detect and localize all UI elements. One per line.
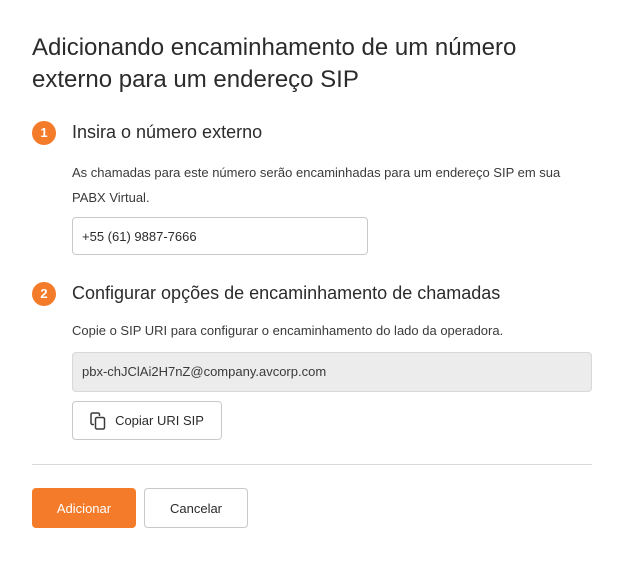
copy-sip-uri-label: Copiar URI SIP	[115, 413, 204, 428]
sip-uri-field: pbx-chJClAi2H7nZ@company.avcorp.com	[72, 352, 592, 392]
forwarding-dialog: Adicionando encaminhamento de um número …	[0, 0, 624, 561]
step-2-title: Configurar opções de encaminhamento de c…	[72, 283, 501, 303]
step-2-description: Copie o SIP URI para configurar o encami…	[72, 323, 504, 338]
step-2-badge: 2	[32, 282, 56, 306]
add-button[interactable]: Adicionar	[32, 488, 136, 528]
footer-divider	[32, 464, 592, 465]
copy-sip-uri-button[interactable]: Copiar URI SIP	[72, 401, 222, 440]
dialog-title: Adicionando encaminhamento de um número …	[32, 34, 517, 93]
external-number-input[interactable]	[72, 217, 368, 255]
step-1-badge: 1	[32, 121, 56, 145]
step-1-description: As chamadas para este número serão encam…	[72, 165, 561, 205]
cancel-button[interactable]: Cancelar	[144, 488, 248, 528]
copy-icon	[90, 411, 106, 430]
step-1-title: Insira o número externo	[72, 122, 263, 142]
